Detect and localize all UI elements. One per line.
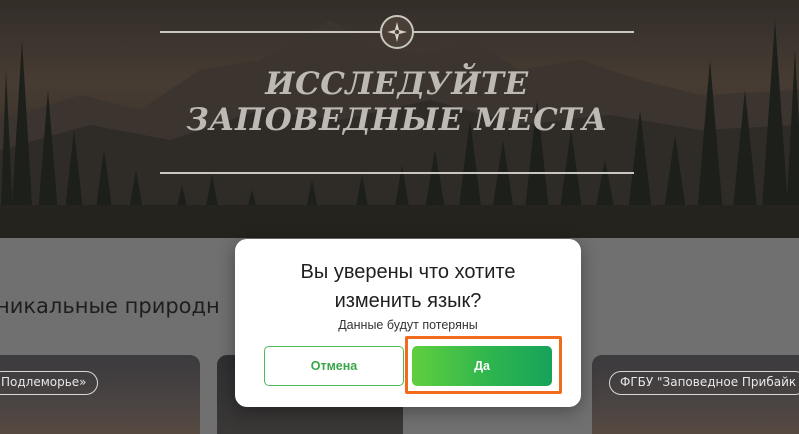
dialog-title-line2: изменить язык?	[334, 290, 482, 312]
confirm-button[interactable]: Да	[412, 346, 552, 386]
dialog-subtitle: Данные будут потеряны	[338, 318, 478, 332]
dialog-title: Вы уверены что хотите изменить язык?	[235, 258, 581, 316]
change-language-dialog: Вы уверены что хотите изменить язык? Дан…	[235, 239, 581, 407]
dialog-title-line1: Вы уверены что хотите	[300, 261, 516, 283]
cancel-button[interactable]: Отмена	[264, 346, 404, 386]
